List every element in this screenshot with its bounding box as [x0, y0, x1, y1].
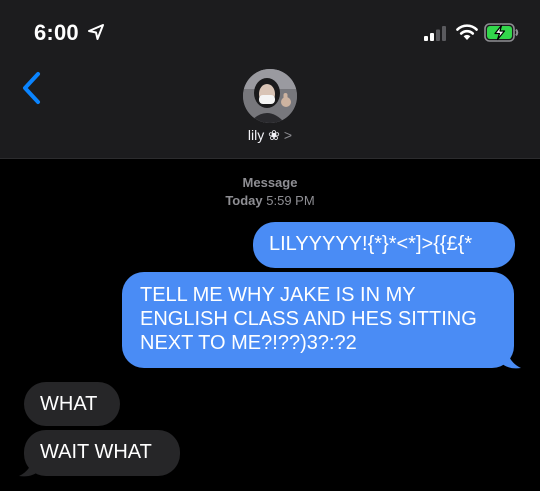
wifi-icon [456, 24, 478, 40]
chevron-right-icon: > [283, 127, 293, 143]
conversation-header: 6:00 lily ❀ > [0, 0, 540, 159]
contact-name: lily ❀ [247, 127, 280, 143]
timestamp-time: 5:59 PM [266, 193, 315, 208]
location-arrow-icon [88, 24, 104, 40]
messages-screen: 6:00 lily ❀ > Message Today 5:59 PM LILY… [0, 0, 540, 491]
avatar-photo [243, 69, 297, 123]
sent-bubble-tail [500, 346, 521, 369]
contact-name-button[interactable]: lily ❀ > [0, 127, 540, 144]
received-bubble-tail [19, 454, 40, 477]
received-message-bubble[interactable]: WAIT WHAT [24, 430, 180, 476]
message-timestamp: Today 5:59 PM [0, 193, 540, 208]
status-time: 6:00 [34, 20, 79, 45]
timestamp-day: Today [225, 193, 263, 208]
back-button[interactable] [14, 68, 50, 108]
cellular-signal-icon [424, 26, 446, 41]
service-label: Message [242, 175, 298, 190]
contact-avatar[interactable] [243, 69, 297, 123]
battery-charging-icon [484, 23, 519, 42]
sent-message-bubble[interactable]: TELL ME WHY JAKE IS IN MY ENGLISH CLASS … [122, 272, 514, 368]
sent-message-bubble[interactable]: LILYYYYY!{*}*<*]>{{£{* [253, 222, 515, 268]
received-message-bubble[interactable]: WHAT [24, 382, 120, 426]
